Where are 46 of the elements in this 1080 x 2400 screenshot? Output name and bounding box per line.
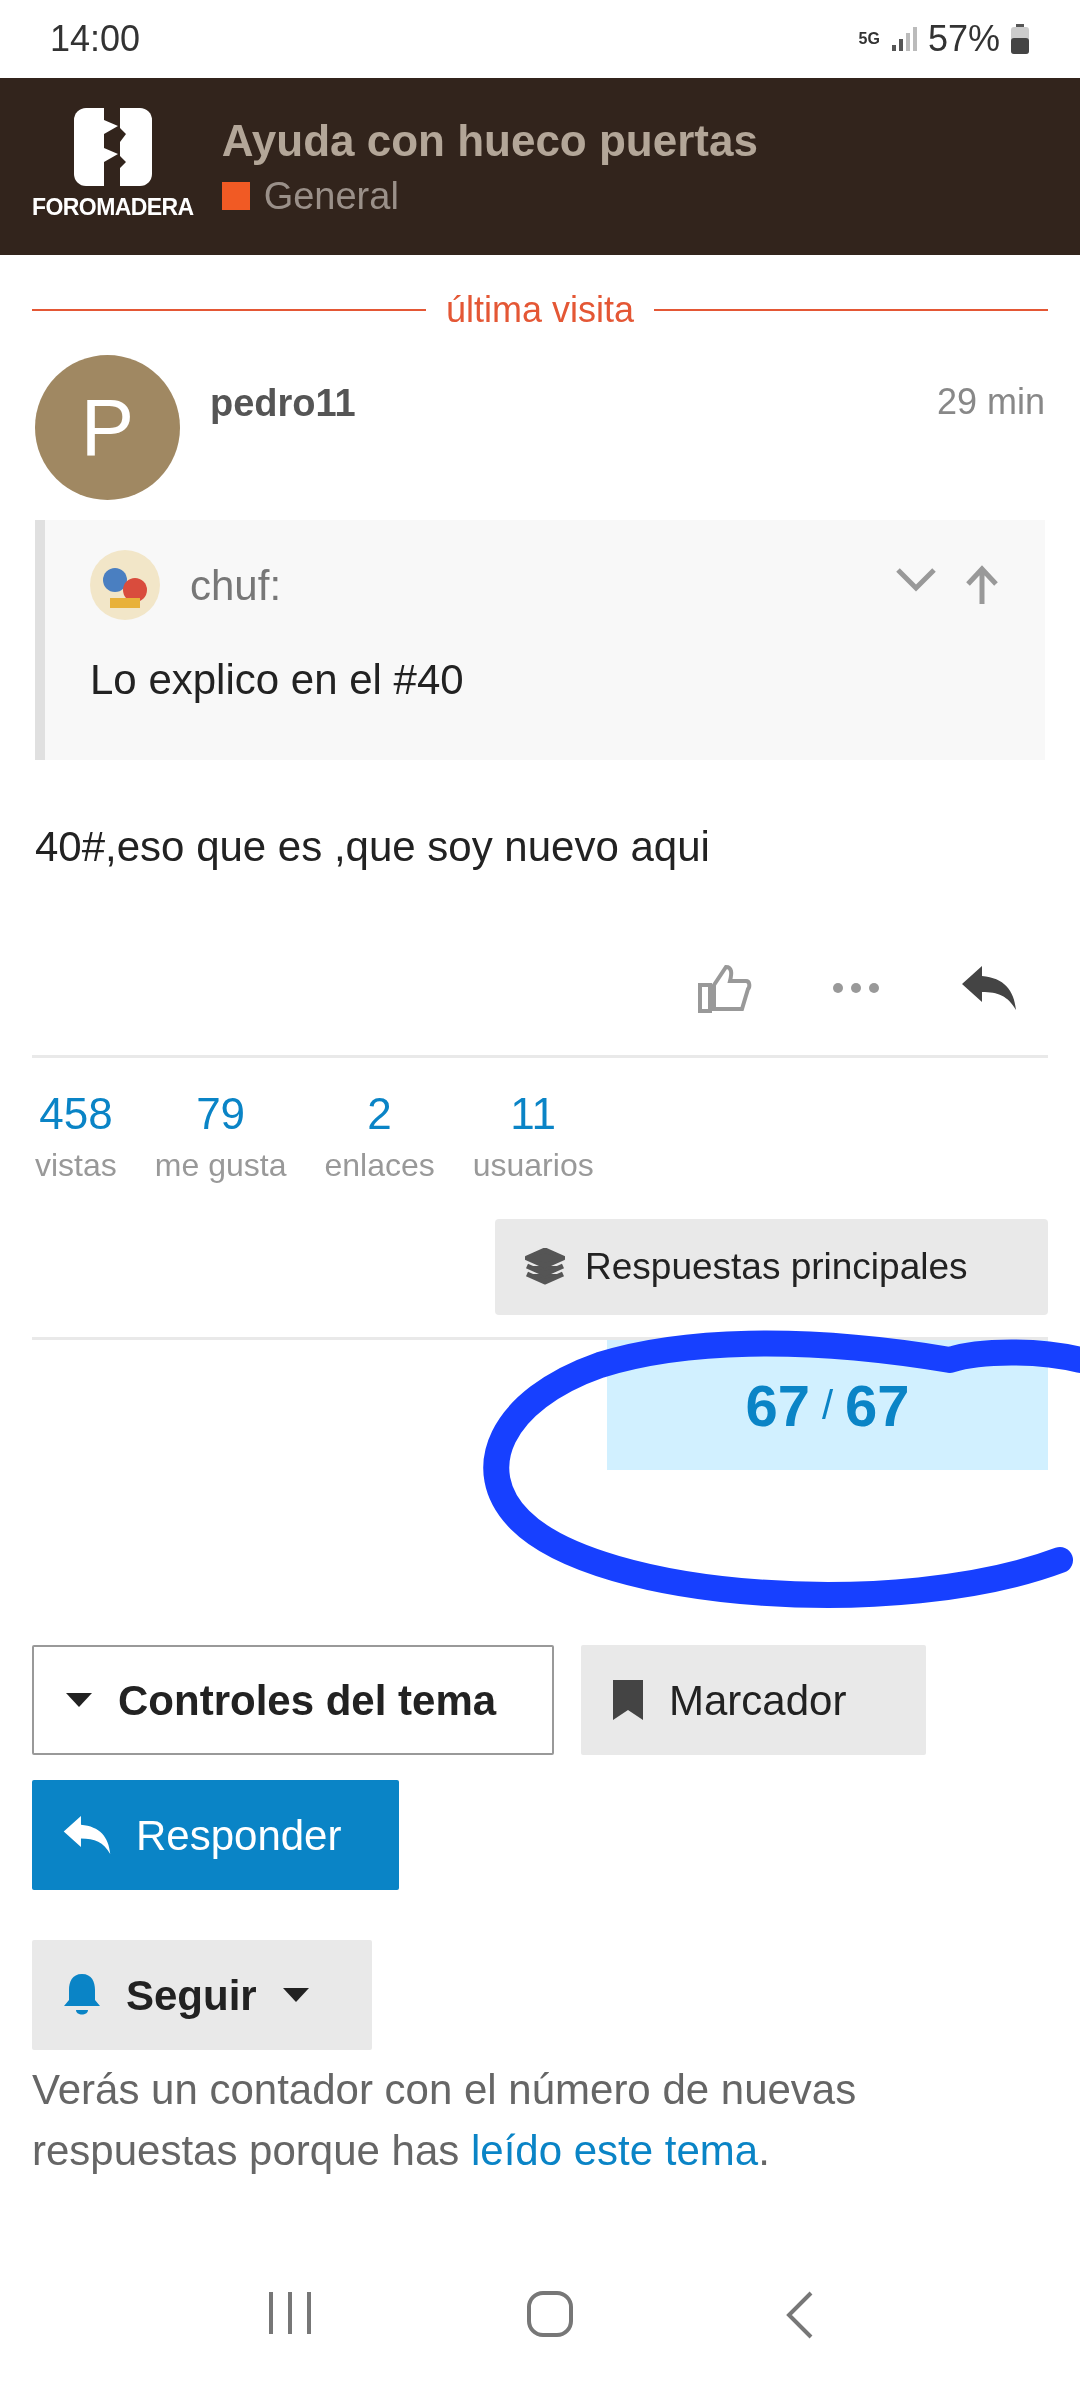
read-topic-link[interactable]: leído este tema <box>470 2126 759 2174</box>
category-link[interactable]: General <box>263 176 399 215</box>
signal-icon <box>889 25 918 53</box>
topic-controls-button[interactable]: Controles del tema <box>32 1645 554 1755</box>
battery-icon <box>1010 24 1030 54</box>
author-name[interactable]: pedro11 <box>210 375 356 500</box>
avatar[interactable]: P <box>35 355 180 500</box>
home-icon[interactable] <box>526 2290 574 2338</box>
follow-button[interactable]: Seguir <box>32 1940 372 2050</box>
reply-icon <box>62 1814 112 1856</box>
post-time: 29 min <box>936 380 1045 424</box>
post-text: 40#,eso que es ,que soy nuevo aqui <box>34 822 711 872</box>
quote-text: Lo explico en el #40 <box>90 655 465 705</box>
separator: / <box>821 1382 834 1429</box>
info-text: Verás un contador con el número de nuevas respuestas porque has leído este tema. <box>31 2065 858 2176</box>
stat-label: me gusta <box>154 1146 287 1185</box>
stat-label: vistas <box>35 1146 117 1185</box>
stat-label: usuarios <box>472 1146 594 1185</box>
last-visit-label: última visita <box>445 288 635 332</box>
caret-icon <box>280 1986 311 2004</box>
logo-text: FOROMADERA <box>32 193 194 223</box>
topic-title[interactable]: Ayuda con hueco puertas <box>221 118 758 163</box>
bookmark-icon <box>611 1678 645 1722</box>
stat-label: enlaces <box>324 1146 435 1185</box>
reply-icon[interactable] <box>960 964 1018 1012</box>
quote-author[interactable]: chuf: <box>190 553 282 617</box>
logo-icon[interactable] <box>73 108 152 187</box>
caret-icon <box>64 1691 94 1709</box>
clock: 14:00 <box>50 17 141 61</box>
total-posts: 67 <box>845 1371 910 1440</box>
stat-value: 458 <box>39 1088 113 1140</box>
stat-value: 11 <box>510 1088 557 1140</box>
more-icon[interactable] <box>832 982 880 994</box>
stat-value: 2 <box>367 1088 392 1140</box>
like-icon[interactable] <box>696 963 752 1013</box>
bookmark-button[interactable]: Marcador <box>581 1645 926 1755</box>
stat-value: 79 <box>196 1088 246 1140</box>
arrow-up-icon[interactable] <box>964 564 1000 606</box>
current-post: 67 <box>745 1371 810 1440</box>
back-icon[interactable] <box>784 2290 815 2340</box>
battery-percent: 57% <box>927 17 1000 61</box>
top-replies-button[interactable]: Respuestas principales <box>495 1219 1048 1315</box>
layers-icon <box>525 1248 565 1286</box>
quote-avatar <box>90 550 160 620</box>
reply-button[interactable]: Responder <box>32 1780 399 1890</box>
network-label: 5G <box>858 31 880 47</box>
